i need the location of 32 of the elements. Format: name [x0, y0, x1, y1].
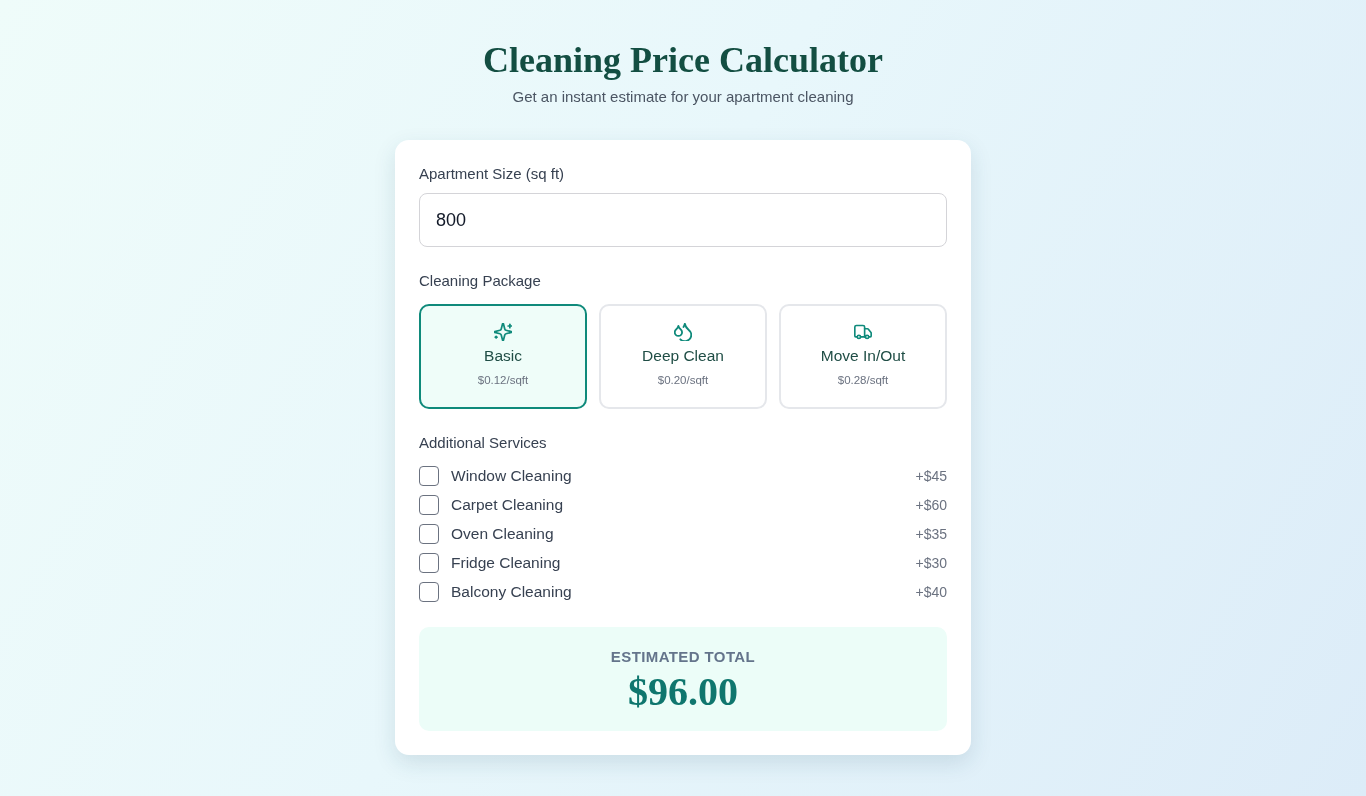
- service-price: +$40: [915, 583, 947, 602]
- package-option[interactable]: Basic $0.12/sqft: [419, 304, 587, 409]
- page-subtitle: Get an instant estimate for your apartment cleaning: [512, 87, 854, 107]
- package-price: $0.12/sqft: [477, 373, 529, 388]
- section-label: Cleaning Package: [419, 271, 541, 291]
- service-price: +$45: [915, 467, 947, 486]
- package-option[interactable]: Move In/Out $0.28/sqft: [779, 304, 947, 409]
- checkbox[interactable]: [419, 553, 439, 573]
- size-input-field[interactable]: 800: [419, 193, 947, 247]
- service-label: Carpet Cleaning: [451, 495, 563, 515]
- package-price: $0.28/sqft: [837, 373, 889, 388]
- service-label: Window Cleaning: [451, 466, 572, 486]
- checkbox[interactable]: [419, 495, 439, 515]
- truck-icon: [854, 323, 872, 341]
- total-label: ESTIMATED TOTAL: [610, 647, 756, 667]
- section-label: Additional Services: [419, 433, 547, 453]
- sparkles-icon: [494, 323, 512, 341]
- checkbox[interactable]: [419, 466, 439, 486]
- field-label: Apartment Size (sq ft): [419, 164, 565, 184]
- service-price: +$30: [915, 554, 947, 573]
- service-price: +$35: [915, 525, 947, 544]
- service-label: Oven Cleaning: [451, 524, 554, 544]
- droplets-icon: [674, 323, 692, 341]
- service-label: Fridge Cleaning: [451, 553, 561, 573]
- service-label: Balcony Cleaning: [451, 582, 572, 602]
- package-price: $0.20/sqft: [657, 373, 709, 388]
- page-title: Cleaning Price Calculator: [483, 39, 883, 82]
- package-option[interactable]: Deep Clean $0.20/sqft: [599, 304, 767, 409]
- checkbox[interactable]: [419, 524, 439, 544]
- total-amount: $96.00: [628, 670, 738, 714]
- checkbox[interactable]: [419, 582, 439, 602]
- service-price: +$60: [915, 496, 947, 515]
